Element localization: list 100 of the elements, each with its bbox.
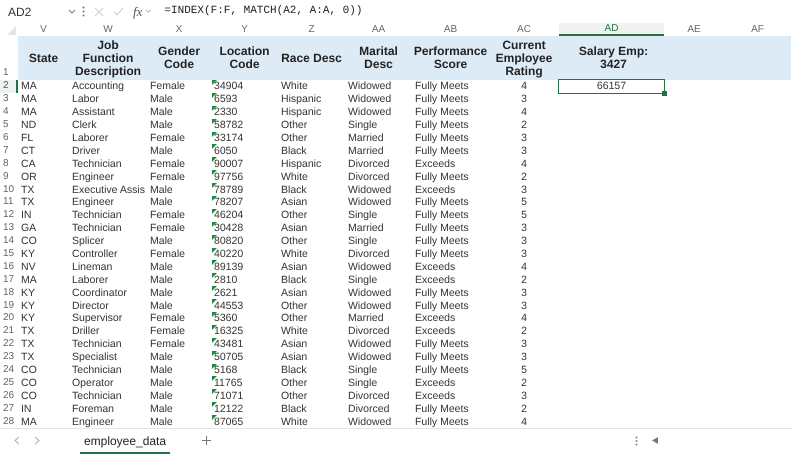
table-cell-text: 44553 — [213, 300, 244, 312]
check-icon[interactable] — [113, 7, 124, 16]
table-cell-text: Female — [149, 312, 186, 324]
table-cell-text: ND — [20, 119, 38, 132]
row-number[interactable]: 15 — [0, 248, 18, 260]
row-number[interactable]: 4 — [0, 106, 18, 119]
row-number[interactable]: 13 — [0, 222, 18, 235]
header-cell: Current Employee Rating — [489, 36, 559, 80]
table-cell-text: 3 — [520, 222, 528, 234]
more-options-icon[interactable] — [635, 436, 638, 446]
column-header[interactable]: AE — [664, 23, 724, 36]
column-header[interactable]: AD — [559, 23, 664, 36]
row-number[interactable]: 9 — [0, 170, 18, 184]
row-number[interactable]: 11 — [0, 196, 18, 209]
row-number[interactable]: 28 — [0, 415, 18, 428]
table-cell-text: 5 — [520, 196, 528, 208]
row-number[interactable]: 18 — [0, 286, 18, 300]
table-cell-text: 3 — [520, 390, 528, 402]
table-cell-text: Male — [149, 196, 174, 208]
column-header[interactable]: AF — [724, 23, 791, 36]
previous-sheet-icon[interactable] — [14, 436, 20, 445]
sheet-tab[interactable]: employee_data — [80, 432, 170, 454]
column-header[interactable]: W — [69, 23, 147, 36]
row-number[interactable]: 3 — [0, 92, 18, 106]
insert-function-button[interactable]: fx — [133, 2, 142, 22]
table-cell-text: TX — [20, 196, 36, 208]
table-cell-text: Male — [149, 286, 174, 299]
table-cell-text: 2621 — [213, 286, 238, 299]
table-cell-text: Executive Assis — [71, 184, 146, 196]
table-cell-text: Exceeds — [414, 184, 456, 196]
column-header[interactable]: V — [18, 23, 69, 36]
table-cell-text: Single — [347, 209, 378, 222]
scroll-left-icon[interactable] — [652, 437, 658, 444]
table-cell-text: Other — [280, 235, 308, 248]
table-cell-text: Other — [280, 390, 308, 402]
row-number[interactable]: 23 — [0, 350, 18, 364]
column-header[interactable]: Z — [278, 23, 345, 36]
next-sheet-icon[interactable] — [34, 436, 40, 445]
row-number[interactable]: 26 — [0, 389, 18, 402]
cancel-icon[interactable] — [94, 6, 104, 17]
row-number[interactable]: 6 — [0, 132, 18, 144]
row-number[interactable]: 12 — [0, 208, 18, 222]
chevron-down-icon[interactable] — [68, 8, 76, 15]
row-number[interactable]: 22 — [0, 338, 18, 351]
table-cell-text: Male — [149, 274, 174, 286]
table-cell-text: Asian — [280, 196, 308, 208]
row-number[interactable]: 17 — [0, 273, 18, 286]
table-cell-text: Single — [347, 119, 378, 132]
table-cell-text: Male — [149, 351, 174, 364]
row-number[interactable]: 5 — [0, 118, 18, 132]
row-number[interactable]: 19 — [0, 299, 18, 312]
row-number[interactable]: 7 — [0, 144, 18, 158]
table-cell-text: 11765 — [213, 376, 244, 389]
column-header[interactable]: AB — [412, 23, 489, 36]
table-cell-text: Male — [149, 184, 174, 196]
table-cell-text: 78207 — [213, 196, 244, 208]
table-cell-text: 3 — [520, 93, 528, 106]
table-cell-text: Other — [280, 209, 308, 222]
table-cell-text: Supervisor — [71, 312, 124, 324]
column-header[interactable]: AA — [345, 23, 412, 36]
column-header[interactable]: X — [147, 23, 211, 36]
add-sheet-icon[interactable] — [202, 436, 212, 445]
table-cell-text: Fully Meets — [414, 209, 470, 222]
table-cell-text: TX — [20, 351, 36, 364]
row-number[interactable]: 8 — [0, 157, 18, 170]
name-box[interactable]: AD2 — [0, 2, 64, 21]
table-cell-text: 43481 — [213, 338, 244, 350]
row-number[interactable]: 2 — [0, 80, 18, 93]
table-cell-text: 2810 — [213, 274, 238, 286]
table-cell-text: Fully Meets — [414, 235, 470, 248]
table-cell-text: 2 — [520, 170, 528, 183]
table-cell-text: Other — [280, 312, 308, 324]
table-cell-text: Other — [280, 376, 308, 389]
row-number[interactable]: 25 — [0, 376, 18, 390]
column-header[interactable]: AC — [489, 23, 559, 36]
row-number[interactable]: 20 — [0, 312, 18, 325]
table-cell-text: 78789 — [213, 184, 244, 196]
table-cell-text: Male — [149, 93, 174, 106]
row-number[interactable]: 16 — [0, 260, 18, 274]
table-cell-text: FL — [20, 132, 34, 144]
row-number[interactable]: 21 — [0, 324, 18, 338]
table-cell-text: MA — [20, 106, 38, 118]
table-cell-text: Fully Meets — [414, 93, 470, 106]
table-cell-text: Fully Meets — [414, 119, 470, 132]
table-cell-text: CO — [20, 390, 38, 402]
header-cell: Race Desc — [278, 36, 345, 80]
formula-field[interactable]: =INDEX(F:F, MATCH(A2, A:A, 0)) — [164, 3, 362, 20]
row-number[interactable]: 27 — [0, 402, 18, 416]
row-number[interactable]: 24 — [0, 364, 18, 376]
table-cell-text: Male — [149, 119, 174, 132]
chevron-down-icon[interactable] — [145, 9, 152, 14]
row-number[interactable]: 1 — [0, 36, 18, 80]
table-cell-text: Director — [71, 300, 110, 312]
row-number[interactable]: 10 — [0, 183, 18, 196]
more-options-icon[interactable] — [82, 6, 85, 18]
table-cell-text: 3 — [520, 235, 528, 248]
table-cell-text: 5 — [520, 209, 528, 222]
row-number[interactable]: 14 — [0, 234, 18, 248]
table-cell-text: Female — [149, 209, 186, 222]
column-header[interactable]: Y — [211, 23, 278, 36]
